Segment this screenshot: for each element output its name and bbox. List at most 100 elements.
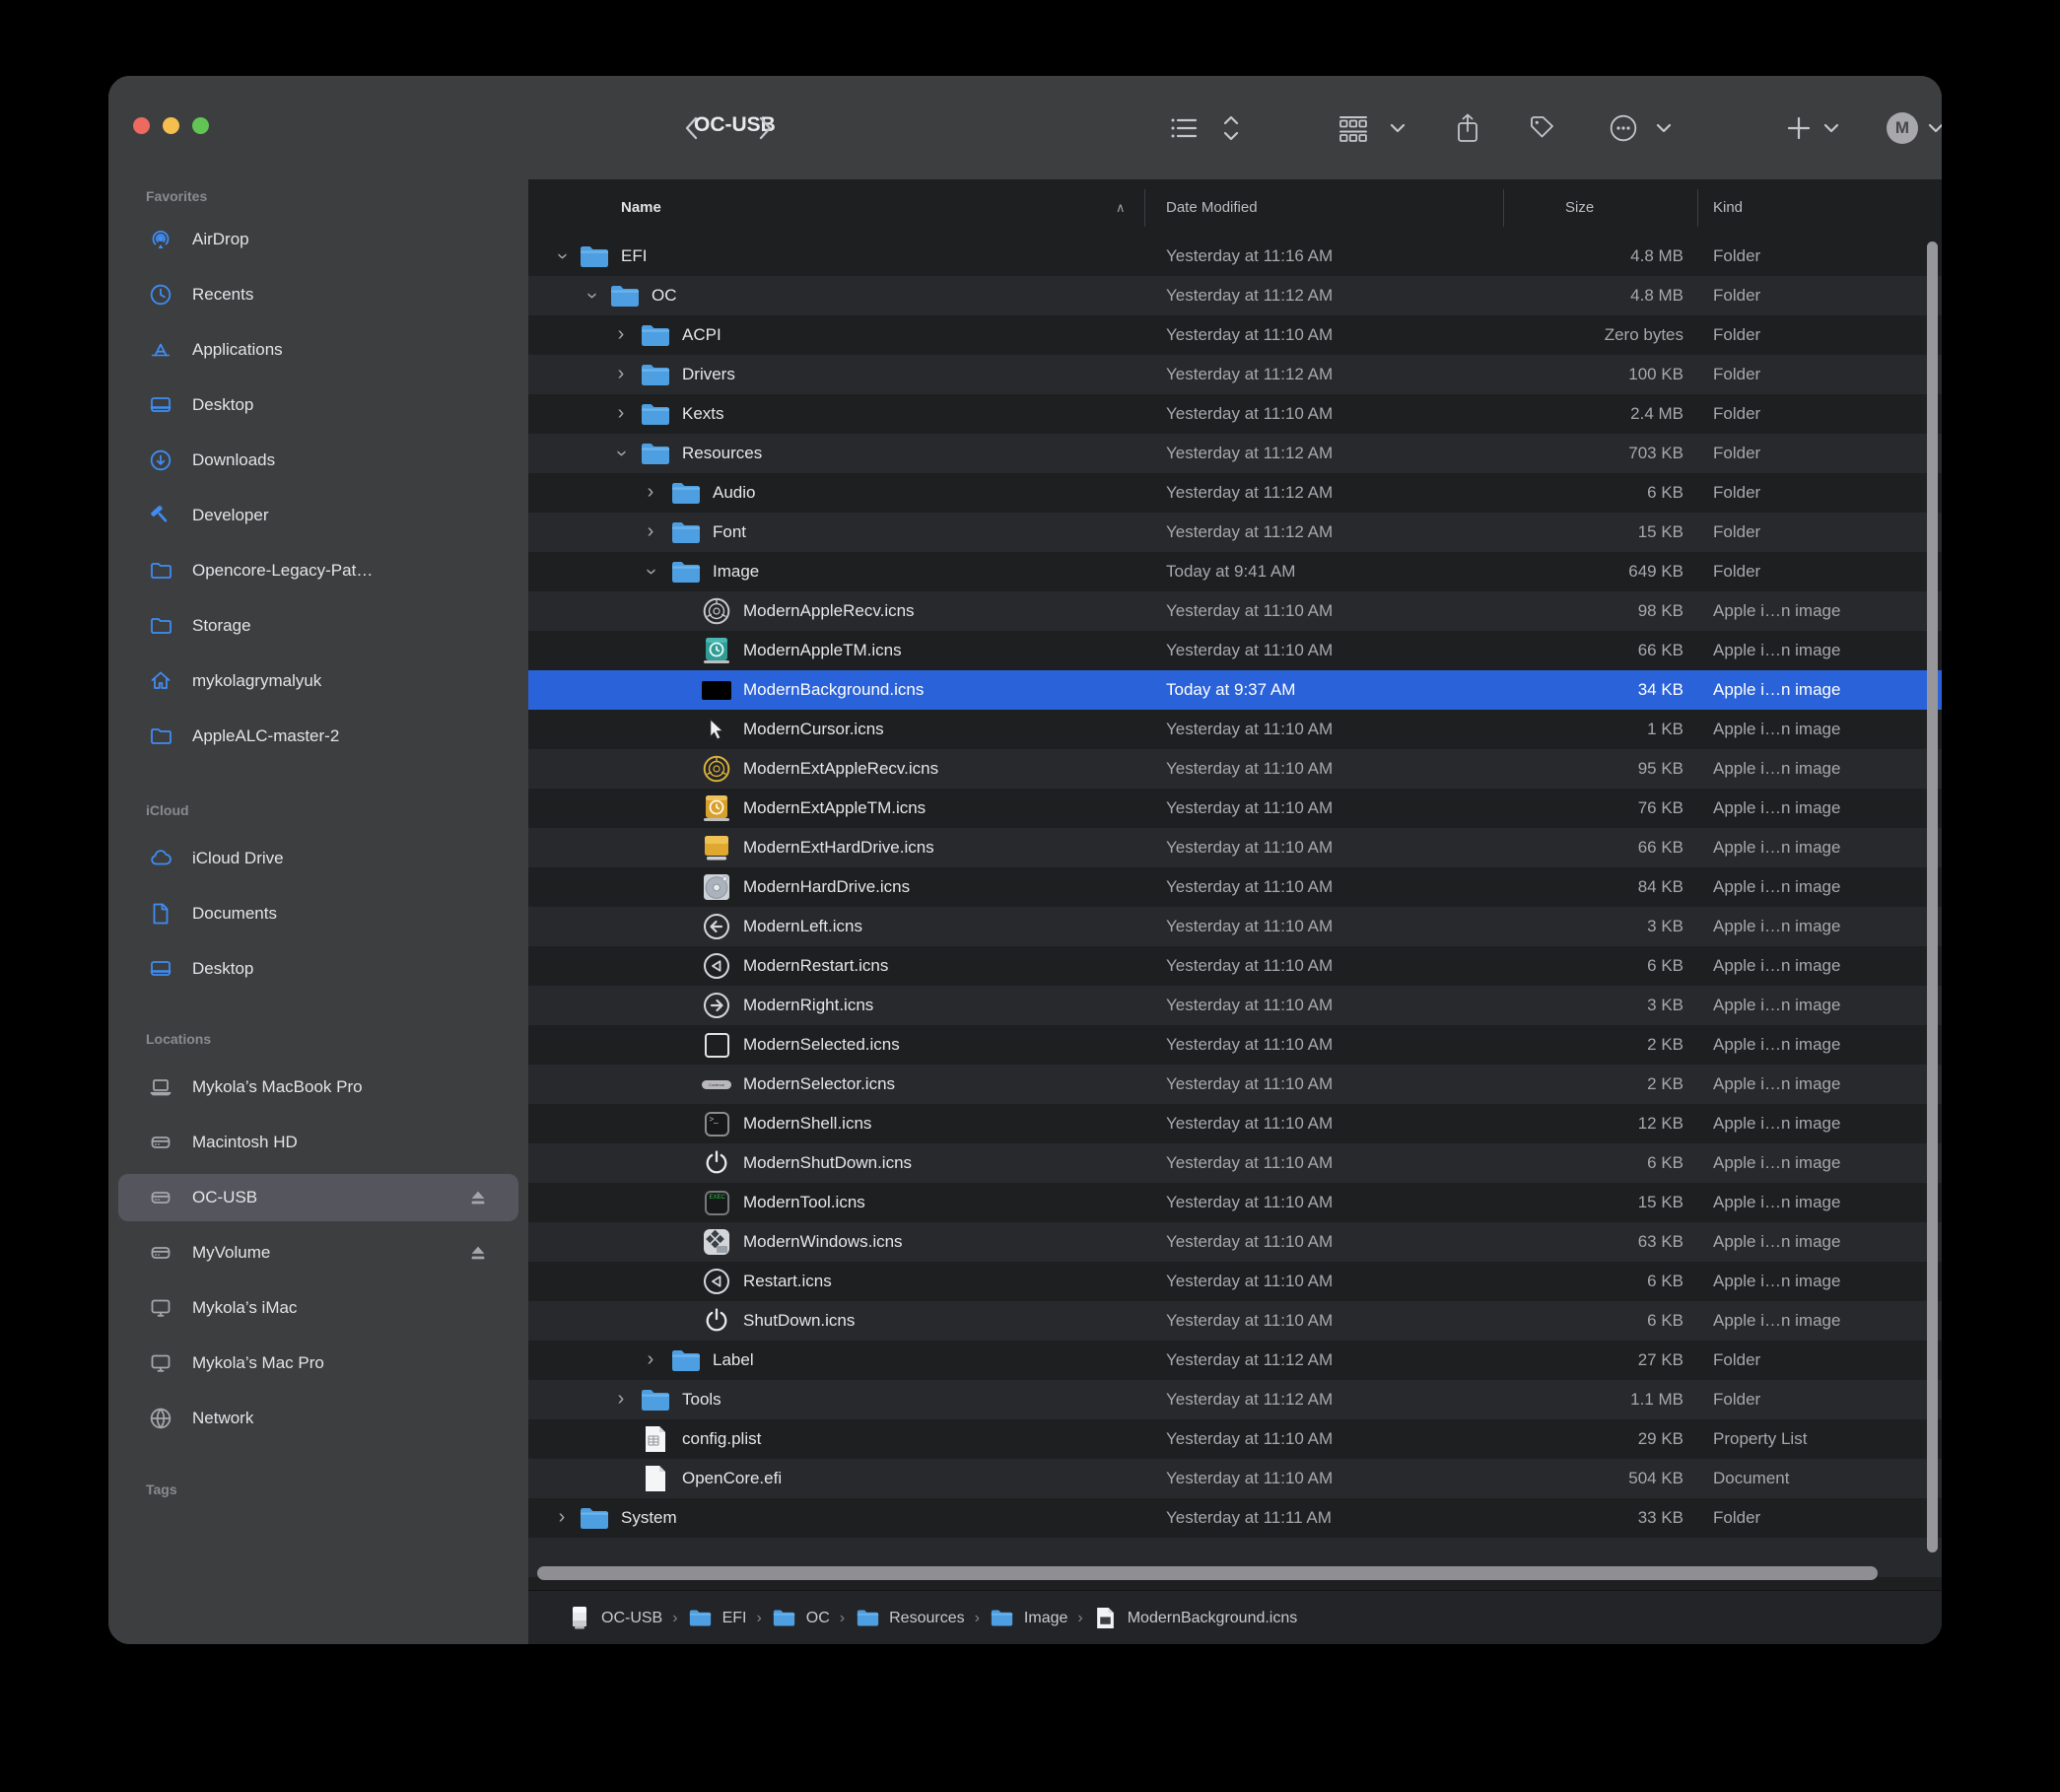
- sidebar-item-mykola-s-mac-pro[interactable]: Mykola’s Mac Pro: [118, 1340, 518, 1387]
- file-row-modernextappletm-icns[interactable]: ModernExtAppleTM.icnsYesterday at 11:10 …: [528, 789, 1942, 828]
- disclosure-closed-icon[interactable]: ›: [642, 1341, 659, 1380]
- file-row-modernapplerecv-icns[interactable]: ModernAppleRecv.icnsYesterday at 11:10 A…: [528, 591, 1942, 631]
- disclosure-open-icon[interactable]: ›: [631, 563, 670, 581]
- column-header-kind[interactable]: Kind: [1713, 179, 1743, 237]
- chevron-down-icon[interactable]: [1821, 118, 1841, 138]
- file-row-modernselected-icns[interactable]: ModernSelected.icnsYesterday at 11:10 AM…: [528, 1025, 1942, 1065]
- add-plus-icon[interactable]: [1782, 111, 1816, 145]
- sidebar-item-oc-usb[interactable]: OC-USB: [118, 1174, 518, 1221]
- sidebar-item-opencore-legacy-pat-[interactable]: Opencore-Legacy-Pat…: [118, 547, 518, 594]
- disclosure-open-icon[interactable]: ›: [601, 445, 641, 462]
- file-row-oc[interactable]: ›OCYesterday at 11:12 AM4.8 MBFolder: [528, 276, 1942, 315]
- disclosure-open-icon[interactable]: ›: [542, 247, 582, 265]
- horizontal-scrollbar[interactable]: [537, 1566, 1878, 1580]
- sidebar-item-mykola-s-imac[interactable]: Mykola’s iMac: [118, 1284, 518, 1332]
- file-row-modernharddrive-icns[interactable]: ModernHardDrive.icnsYesterday at 11:10 A…: [528, 867, 1942, 907]
- sidebar-item-airdrop[interactable]: AirDrop: [118, 216, 518, 263]
- file-row-resources[interactable]: ›ResourcesYesterday at 11:12 AM703 KBFol…: [528, 434, 1942, 473]
- column-divider[interactable]: [1144, 189, 1145, 227]
- sidebar-item-macintosh-hd[interactable]: Macintosh HD: [118, 1119, 518, 1166]
- column-divider[interactable]: [1697, 189, 1698, 227]
- pathbar-item-oc-usb[interactable]: OC-USB: [567, 1606, 662, 1631]
- pathbar-item-modernbackground-icns[interactable]: ModernBackground.icns: [1093, 1606, 1298, 1631]
- pathbar-item-efi[interactable]: EFI: [688, 1606, 747, 1631]
- file-row-acpi[interactable]: ›ACPIYesterday at 11:10 AMZero bytesFold…: [528, 315, 1942, 355]
- sidebar-item-storage[interactable]: Storage: [118, 602, 518, 650]
- file-row-drivers[interactable]: ›DriversYesterday at 11:12 AM100 KBFolde…: [528, 355, 1942, 394]
- file-row-config-plist[interactable]: config.plistYesterday at 11:10 AM29 KBPr…: [528, 1419, 1942, 1459]
- sidebar-item-desktop[interactable]: Desktop: [118, 381, 518, 429]
- vertical-scrollbar[interactable]: [1927, 241, 1938, 1552]
- back-chevron-icon[interactable]: [676, 111, 710, 145]
- file-row-audio[interactable]: ›AudioYesterday at 11:12 AM6 KBFolder: [528, 473, 1942, 513]
- sidebar-item-downloads[interactable]: Downloads: [118, 437, 518, 484]
- sidebar-item-mykolagrymalyuk[interactable]: mykolagrymalyuk: [118, 657, 518, 705]
- file-row-modernrestart-icns[interactable]: ModernRestart.icnsYesterday at 11:10 AM6…: [528, 946, 1942, 986]
- sidebar-item-icloud-drive[interactable]: iCloud Drive: [118, 835, 518, 882]
- sidebar-item-developer[interactable]: Developer: [118, 492, 518, 539]
- more-ellipsis-icon[interactable]: [1607, 111, 1640, 145]
- disclosure-open-icon[interactable]: ›: [572, 287, 611, 305]
- file-row-modernbackground-icns[interactable]: ModernBackground.icnsToday at 9:37 AM34 …: [528, 670, 1942, 710]
- column-header-size[interactable]: Size: [1565, 179, 1594, 237]
- file-row-modernright-icns[interactable]: ModernRight.icnsYesterday at 11:10 AM3 K…: [528, 986, 1942, 1025]
- column-divider[interactable]: [1503, 189, 1504, 227]
- file-row-modernleft-icns[interactable]: ModernLeft.icnsYesterday at 11:10 AM3 KB…: [528, 907, 1942, 946]
- sidebar-item-applications[interactable]: Applications: [118, 326, 518, 374]
- file-row-modernshell-icns[interactable]: >_ModernShell.icnsYesterday at 11:10 AM1…: [528, 1104, 1942, 1143]
- disclosure-closed-icon[interactable]: ›: [612, 315, 630, 355]
- file-row-tools[interactable]: ›ToolsYesterday at 11:12 AM1.1 MBFolder: [528, 1380, 1942, 1419]
- disclosure-closed-icon[interactable]: ›: [642, 513, 659, 552]
- sidebar-item-documents[interactable]: Documents: [118, 890, 518, 937]
- close-button[interactable]: [133, 117, 150, 134]
- column-header-date-modified[interactable]: Date Modified: [1166, 179, 1258, 237]
- sidebar-item-myvolume[interactable]: MyVolume: [118, 1229, 518, 1276]
- sidebar-item-recents[interactable]: Recents: [118, 271, 518, 318]
- file-row-shutdown-icns[interactable]: ShutDown.icnsYesterday at 11:10 AM6 KBAp…: [528, 1301, 1942, 1341]
- tag-icon[interactable]: [1526, 111, 1559, 145]
- sidebar-item-network[interactable]: Network: [118, 1395, 518, 1442]
- sidebar-item-applealc-master-2[interactable]: AppleALC-master-2: [118, 713, 518, 760]
- sidebar-item-desktop[interactable]: Desktop: [118, 945, 518, 993]
- pathbar-item-image[interactable]: Image: [990, 1606, 1067, 1631]
- disclosure-closed-icon[interactable]: ›: [612, 355, 630, 394]
- eject-icon[interactable]: [465, 1185, 491, 1210]
- file-row-kexts[interactable]: ›KextsYesterday at 11:10 AM2.4 MBFolder: [528, 394, 1942, 434]
- disclosure-closed-icon[interactable]: ›: [612, 394, 630, 434]
- list-view-icon[interactable]: [1167, 111, 1201, 145]
- chevron-down-icon[interactable]: [1388, 118, 1408, 138]
- file-row-efi[interactable]: ›EFIYesterday at 11:16 AM4.8 MBFolder: [528, 237, 1942, 276]
- file-row-modernselector-icns[interactable]: ContinueModernSelector.icnsYesterday at …: [528, 1065, 1942, 1104]
- share-icon[interactable]: [1451, 111, 1484, 145]
- file-row-label[interactable]: ›LabelYesterday at 11:12 AM27 KBFolder: [528, 1341, 1942, 1380]
- pathbar-item-resources[interactable]: Resources: [855, 1606, 964, 1631]
- file-row-image[interactable]: ›ImageToday at 9:41 AM649 KBFolder: [528, 552, 1942, 591]
- file-row-system[interactable]: ›SystemYesterday at 11:11 AM33 KBFolder: [528, 1498, 1942, 1538]
- file-row-moderncursor-icns[interactable]: ModernCursor.icnsYesterday at 11:10 AM1 …: [528, 710, 1942, 749]
- group-grid-icon[interactable]: [1337, 111, 1370, 145]
- sidebar-item-mykola-s-macbook-pro[interactable]: Mykola’s MacBook Pro: [118, 1064, 518, 1111]
- file-row-modernextharddrive-icns[interactable]: ModernExtHardDrive.icnsYesterday at 11:1…: [528, 828, 1942, 867]
- eject-icon[interactable]: [465, 1240, 491, 1266]
- sort-ascending-icon[interactable]: ∧: [1116, 179, 1126, 237]
- file-row-modernshutdown-icns[interactable]: ModernShutDown.icnsYesterday at 11:10 AM…: [528, 1143, 1942, 1183]
- file-row-moderntool-icns[interactable]: EXECModernTool.icnsYesterday at 11:10 AM…: [528, 1183, 1942, 1222]
- zoom-button[interactable]: [192, 117, 209, 134]
- file-row-modernwindows-icns[interactable]: ModernWindows.icnsYesterday at 11:10 AM6…: [528, 1222, 1942, 1262]
- account-avatar[interactable]: M: [1887, 112, 1918, 144]
- file-row-modernappletm-icns[interactable]: ModernAppleTM.icnsYesterday at 11:10 AM6…: [528, 631, 1942, 670]
- disclosure-closed-icon[interactable]: ›: [612, 1380, 630, 1419]
- column-header-name[interactable]: Name: [621, 179, 661, 237]
- chevron-down-icon[interactable]: [1654, 118, 1674, 138]
- file-row-modernextapplerecv-icns[interactable]: ModernExtAppleRecv.icnsYesterday at 11:1…: [528, 749, 1942, 789]
- chevron-down-icon[interactable]: [1926, 118, 1942, 138]
- disclosure-closed-icon[interactable]: ›: [642, 473, 659, 513]
- forward-chevron-icon[interactable]: [747, 111, 781, 145]
- view-sort-chevrons-icon[interactable]: [1214, 111, 1248, 145]
- file-row-font[interactable]: ›FontYesterday at 11:12 AM15 KBFolder: [528, 513, 1942, 552]
- disclosure-closed-icon[interactable]: ›: [553, 1498, 571, 1538]
- pathbar-item-oc[interactable]: OC: [772, 1606, 830, 1631]
- minimize-button[interactable]: [163, 117, 179, 134]
- file-row-opencore-efi[interactable]: OpenCore.efiYesterday at 11:10 AM504 KBD…: [528, 1459, 1942, 1498]
- file-row-restart-icns[interactable]: Restart.icnsYesterday at 11:10 AM6 KBApp…: [528, 1262, 1942, 1301]
